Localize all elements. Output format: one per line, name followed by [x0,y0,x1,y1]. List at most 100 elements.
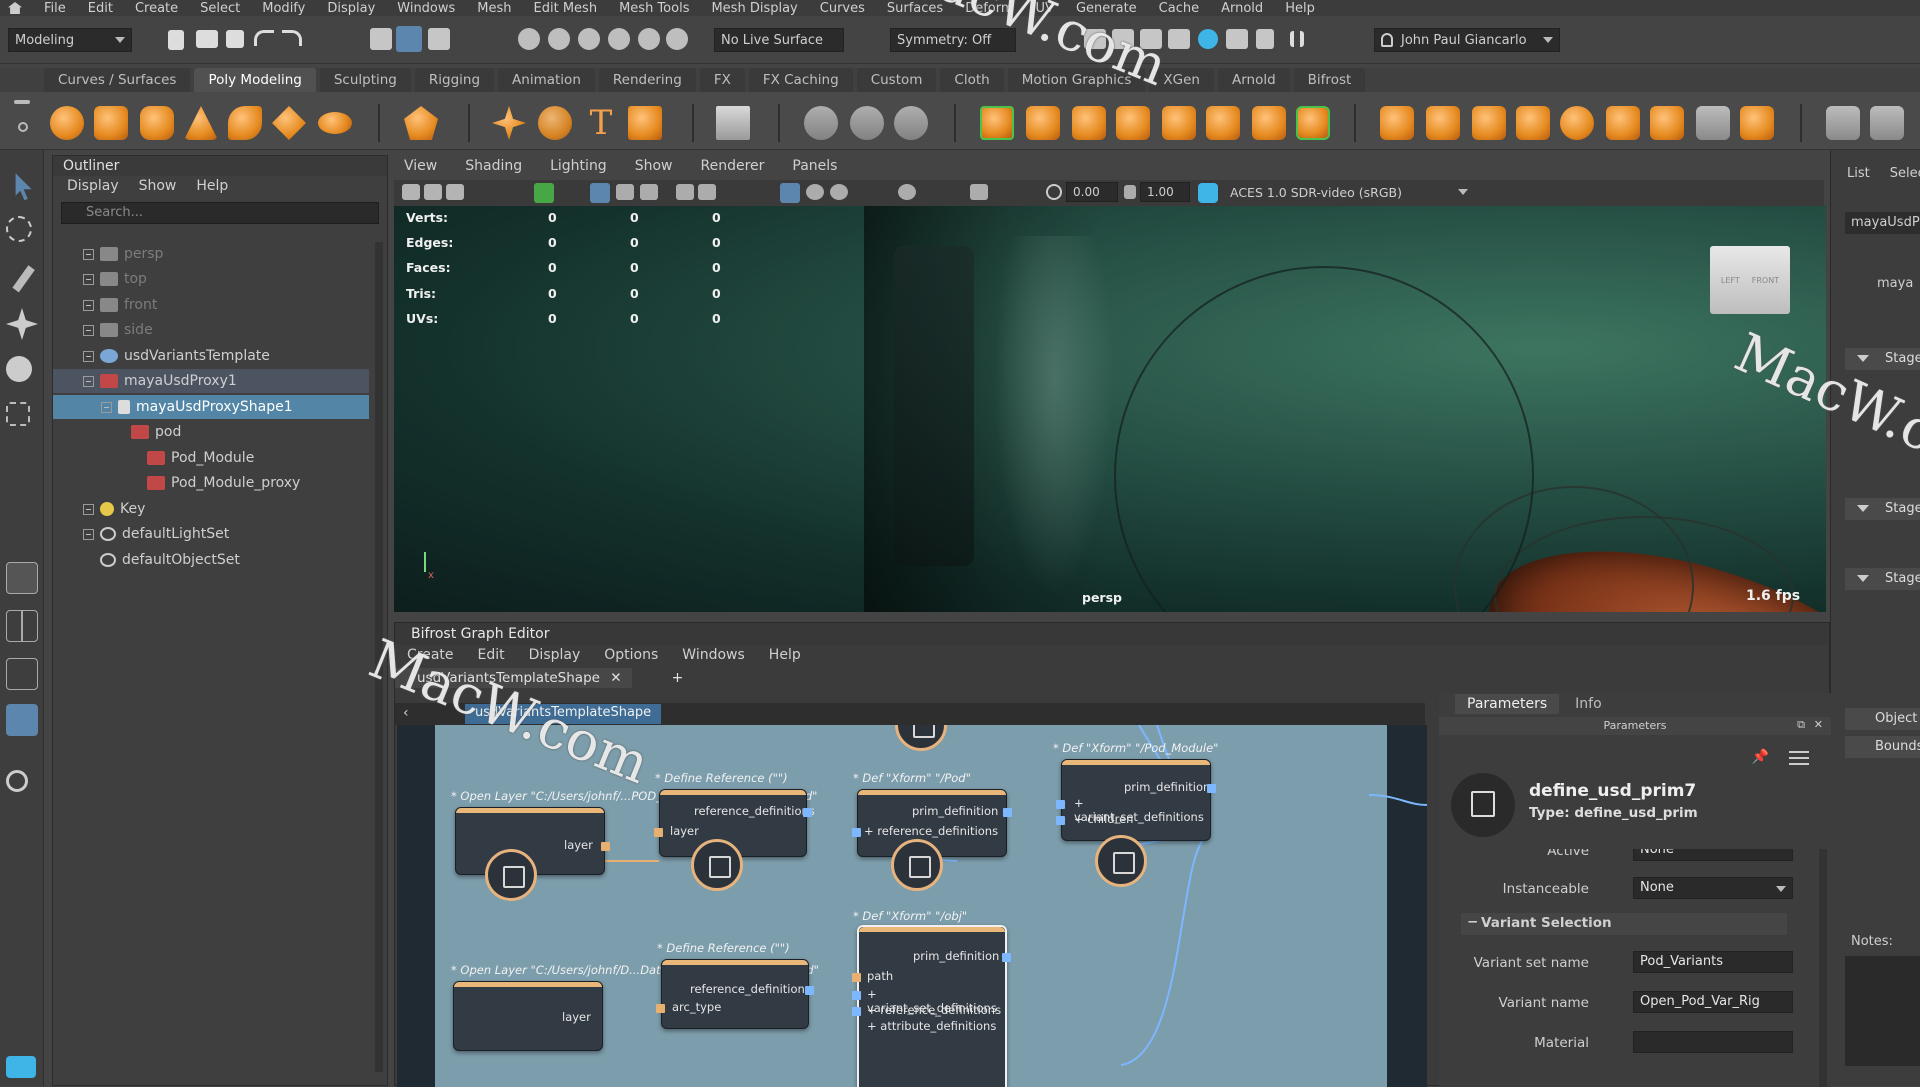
bifrost-menu-display[interactable]: Display [529,647,581,665]
output-pin[interactable] [1002,953,1011,962]
menu-uv[interactable]: UV [1036,1,1054,16]
active-dropdown[interactable]: None [1633,849,1793,861]
textured-icon[interactable] [640,184,658,200]
snap-view-icon[interactable] [608,28,630,50]
menu-edit[interactable]: Edit [88,1,113,16]
shelf-tab-cloth[interactable]: Cloth [940,68,1004,92]
ipr-render-icon[interactable] [1112,29,1134,49]
outliner-item-side[interactable]: side [53,318,369,342]
expand-icon[interactable] [83,324,94,336]
shelf-tab-xgen[interactable]: XGen [1149,68,1214,92]
poly-torus-icon[interactable] [228,106,262,140]
viewport-menu-view[interactable]: View [404,158,437,180]
gamma-icon[interactable] [1124,185,1136,199]
separate-icon[interactable] [1026,106,1060,140]
parameters-scrollbar[interactable] [1819,849,1827,1087]
bifrost-menu-create[interactable]: Create [407,647,454,665]
grid-toggle-icon[interactable] [534,183,554,203]
new-scene-icon[interactable] [168,30,184,50]
exposure-field[interactable]: 0.00 [1066,182,1118,202]
float-icon[interactable]: ⧉ [1797,718,1805,732]
snap-point-icon[interactable] [578,28,600,50]
snap-grid-icon[interactable] [518,28,540,50]
bridge-icon[interactable] [1252,106,1286,140]
shelf-tab-arnold[interactable]: Arnold [1217,68,1290,92]
collapse-icon[interactable] [83,375,94,387]
outliner-item-pod-module[interactable]: Pod_Module [53,446,369,470]
color-management-icon[interactable] [1198,183,1218,203]
snap-rotate-icon[interactable] [666,28,688,50]
render-icon[interactable] [1084,29,1106,49]
open-layer-node-2[interactable]: layer [453,981,603,1051]
add-tab-icon[interactable]: + [672,670,684,686]
section-stage-1[interactable]: Stage [1845,348,1920,370]
input-pin[interactable] [1056,816,1065,825]
shelf-tab-fx[interactable]: FX [699,68,745,92]
outliner-layout-icon[interactable] [6,704,38,736]
output-pin[interactable] [805,986,814,995]
redo-icon[interactable] [282,30,302,46]
input-pin[interactable] [656,1004,665,1013]
sculpt-tool-icon[interactable] [804,106,838,140]
shelf-tab-bifrost[interactable]: Bifrost [1293,68,1366,92]
menu-icon[interactable] [1789,751,1809,765]
tab-selected[interactable]: Selected [1890,166,1920,181]
instanceable-dropdown[interactable]: None [1633,877,1793,899]
menu-arnold[interactable]: Arnold [1221,1,1263,16]
select-object-icon[interactable] [396,26,422,52]
isolate-select-icon[interactable] [676,184,694,200]
open-scene-icon[interactable] [196,30,218,48]
shelf-tab-animation[interactable]: Animation [498,68,595,92]
view-cube-front[interactable]: FRONT [1752,276,1779,285]
outliner-menu-show[interactable]: Show [139,178,177,196]
expand-icon[interactable] [83,503,94,515]
fill-hole-icon[interactable] [1472,106,1506,140]
platonic-solid-icon[interactable] [404,106,438,140]
shelf-options-icon[interactable] [18,122,28,132]
booleans-icon[interactable] [1162,106,1196,140]
pause-icon[interactable] [1290,31,1304,47]
input-pin[interactable] [852,828,861,837]
bifrost-menu-help[interactable]: Help [769,647,801,665]
material-field[interactable] [1633,1031,1793,1053]
menu-curves[interactable]: Curves [820,1,865,16]
poly-plane-icon[interactable] [272,106,306,140]
arnold-clear-icon[interactable] [1256,29,1274,49]
pencil-icon[interactable] [1826,106,1860,140]
menu-display[interactable]: Display [327,1,375,16]
close-icon[interactable]: ✕ [1814,718,1823,731]
def-xform-pod-module-node[interactable]: prim_definition + variant_set_definition… [1056,759,1216,841]
delete-edge-icon[interactable] [1696,106,1730,140]
view-cube[interactable]: LEFT FRONT [1710,246,1790,314]
view-transform-dropdown[interactable]: ACES 1.0 SDR-video (sRGB) [1224,182,1474,202]
shelf-tab-curves-surfaces[interactable]: Curves / Surfaces [44,68,191,92]
save-scene-icon[interactable] [226,30,244,48]
view-cube-left[interactable]: LEFT [1721,276,1740,285]
target-weld-icon[interactable] [1740,106,1774,140]
select-tool-icon[interactable] [15,173,32,201]
collapse-icon[interactable] [101,401,112,413]
menu-deform[interactable]: Deform [965,1,1013,16]
extrude-icon[interactable] [1380,106,1414,140]
shelf-tab-poly-modeling[interactable]: Poly Modeling [194,68,316,92]
node-graph-canvas[interactable]: * Open Layer "C:/Users/johnf/...POD_V02/… [397,725,1427,1087]
outliner-item-usd-variants-template[interactable]: usdVariantsTemplate [53,344,369,368]
sweep-mesh-icon[interactable] [538,106,572,140]
section-object[interactable]: Object [1845,708,1920,730]
input-pin[interactable] [852,1007,861,1016]
shelf-tab-rendering[interactable]: Rendering [598,68,696,92]
symmetry-dropdown[interactable]: Symmetry: Off [890,28,1016,52]
output-pin[interactable] [1207,784,1216,793]
variant-name-field[interactable]: Open_Pod_Var_Rig [1633,991,1793,1013]
outliner-search-input[interactable]: Search... [61,202,379,224]
two-view-icon[interactable] [6,658,38,690]
bevel-icon[interactable] [1296,106,1330,140]
viewport-menu-lighting[interactable]: Lighting [550,158,607,180]
select-component-icon[interactable] [428,28,450,50]
menu-generate[interactable]: Generate [1076,1,1137,16]
scale-tool-icon[interactable] [6,402,30,426]
input-pin[interactable] [654,828,663,837]
shelf-tab-sculpting[interactable]: Sculpting [319,68,411,92]
outliner-item-maya-usd-proxy[interactable]: mayaUsdProxy1 [53,369,369,393]
input-pin[interactable] [1056,800,1065,809]
